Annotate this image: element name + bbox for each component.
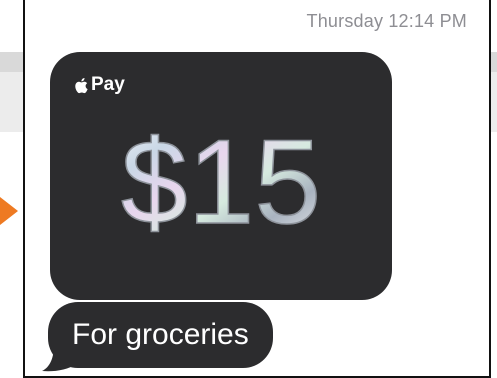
message-bubble-text: For groceries — [72, 318, 249, 351]
apple-pay-label: Pay — [91, 74, 125, 95]
payment-amount-text: $15 — [121, 115, 321, 240]
apple-pay-card[interactable]: Pay $15 — [50, 52, 392, 300]
apple-icon — [74, 77, 88, 94]
arrow-right-icon — [0, 197, 18, 225]
apple-pay-logo: Pay — [74, 74, 125, 96]
message-bubble[interactable]: For groceries — [48, 302, 273, 368]
payment-amount: $15 — [120, 114, 322, 240]
message-timestamp: Thursday 12:14 PM — [306, 11, 467, 31]
message-thread-card: Thursday 12:14 PM Pay $15 For groceries — [23, 0, 491, 378]
